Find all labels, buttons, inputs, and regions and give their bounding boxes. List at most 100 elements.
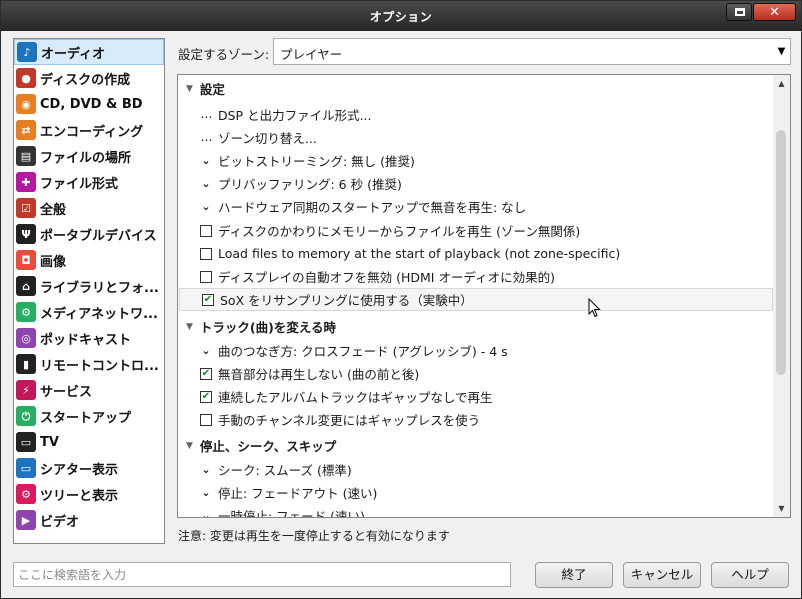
collapse-triangle-icon[interactable]: ▼ bbox=[186, 322, 193, 332]
checkbox-checked[interactable]: ✔ bbox=[202, 293, 214, 306]
sidebar-item[interactable]: ♪ オーディオ bbox=[14, 39, 164, 65]
scroll-down-icon[interactable]: ▼ bbox=[773, 500, 790, 517]
checkbox-option[interactable]: ✔ 無音部分は再生しない (曲の前と後) bbox=[178, 362, 775, 385]
dropdown-option[interactable]: ⌄ 一時停止: フェード (速い) bbox=[178, 504, 775, 517]
checkbox-unchecked[interactable] bbox=[200, 413, 212, 426]
checkbox-option[interactable]: 手動のチャンネル変更にはギャップレスを使う bbox=[178, 408, 775, 431]
sidebar-item-label: 全般 bbox=[40, 202, 67, 218]
setting-label: 曲のつなぎ方: クロスフェード (アグレッシブ) - 4 s bbox=[218, 344, 508, 359]
podcast-icon: ◎ bbox=[16, 328, 36, 348]
sidebar-item[interactable]: ▭ シアター表示 bbox=[14, 455, 164, 481]
search-input[interactable] bbox=[14, 563, 510, 586]
dialog-link-option[interactable]: … ゾーン切り替え... bbox=[178, 126, 775, 149]
setting-label: 無音部分は再生しない (曲の前と後) bbox=[218, 367, 420, 382]
setting-label: プリバッファリング: 6 秒 (推奨) bbox=[218, 177, 402, 192]
sidebar-item[interactable]: ▮ リモートコントロ... bbox=[14, 351, 164, 377]
help-button[interactable]: ヘルプ bbox=[711, 562, 789, 588]
chevron-down-icon[interactable]: ⌄ bbox=[200, 177, 212, 190]
sidebar-item[interactable]: ☑ 全般 bbox=[14, 195, 164, 221]
section-header[interactable]: ▼ 設定 bbox=[178, 77, 775, 100]
sidebar-item[interactable]: ⚙ ツリーと表示 bbox=[14, 481, 164, 507]
sidebar-item-label: CD, DVD & BD bbox=[40, 96, 143, 112]
zone-select[interactable]: プレイヤー ▼ bbox=[273, 38, 791, 65]
cancel-button[interactable]: キャンセル bbox=[623, 562, 701, 588]
chevron-down-icon[interactable]: ⌄ bbox=[200, 509, 212, 517]
checkbox-option[interactable]: ✔ SoX をリサンプリングに使用する（実験中） bbox=[179, 288, 773, 311]
sidebar-item-label: スタートアップ bbox=[40, 410, 132, 426]
dialog-link-option[interactable]: … DSP と出力ファイル形式... bbox=[178, 103, 775, 126]
maximize-icon bbox=[735, 8, 745, 16]
sidebar-item-label: メディアネットワ... bbox=[40, 306, 158, 322]
sidebar-item[interactable]: ◎ ポッドキャスト bbox=[14, 325, 164, 351]
checkbox-checked[interactable]: ✔ bbox=[200, 390, 212, 403]
dropdown-option[interactable]: ⌄ 曲のつなぎ方: クロスフェード (アグレッシブ) - 4 s bbox=[178, 339, 775, 362]
note-text: 注意: 変更は再生を一度停止すると有効になります bbox=[178, 529, 450, 543]
dropdown-option[interactable]: ⌄ シーク: スムーズ (標準) bbox=[178, 458, 775, 481]
close-icon: ✕ bbox=[769, 5, 780, 20]
scroll-thumb[interactable] bbox=[776, 130, 786, 375]
sidebar-item-label: リモートコントロ... bbox=[40, 358, 159, 374]
section-header[interactable]: ▼ トラック(曲)を変える時 bbox=[178, 315, 775, 338]
checkbox-unchecked[interactable] bbox=[200, 224, 212, 237]
sidebar-item[interactable]: ● ディスクの作成 bbox=[14, 65, 164, 91]
ok-button[interactable]: 終了 bbox=[535, 562, 613, 588]
music-note-icon: ♪ bbox=[17, 42, 37, 62]
sidebar-item[interactable]: Ψ ポータブルデバイス bbox=[14, 221, 164, 247]
ellipsis-icon[interactable]: … bbox=[200, 130, 213, 144]
ellipsis-icon[interactable]: … bbox=[200, 107, 213, 121]
sidebar-item[interactable]: ⚙ メディアネットワ... bbox=[14, 299, 164, 325]
folder-search-icon: ▤ bbox=[16, 146, 36, 166]
section-header[interactable]: ▼ 停止、シーク、スキップ bbox=[178, 434, 775, 457]
sidebar-item-label: 画像 bbox=[40, 254, 67, 270]
sidebar-item[interactable]: ▤ ファイルの場所 bbox=[14, 143, 164, 169]
maximize-button[interactable] bbox=[726, 3, 752, 21]
search-box[interactable] bbox=[13, 562, 511, 587]
settings-scrollbar[interactable]: ▲ ▼ bbox=[773, 75, 790, 517]
sidebar-item[interactable]: ◘ 画像 bbox=[14, 247, 164, 273]
dropdown-option[interactable]: ⌄ プリバッファリング: 6 秒 (推奨) bbox=[178, 172, 775, 195]
checkbox-option[interactable]: ディスクのかわりにメモリーからファイルを再生 (ゾーン無関係) bbox=[178, 219, 775, 242]
scroll-up-icon[interactable]: ▲ bbox=[773, 75, 790, 92]
close-button[interactable]: ✕ bbox=[753, 3, 796, 21]
dropdown-option[interactable]: ⌄ 停止: フェードアウト (速い) bbox=[178, 481, 775, 504]
chevron-down-icon[interactable]: ⌄ bbox=[200, 154, 212, 167]
category-sidebar[interactable]: ♪ オーディオ ● ディスクの作成 ◉ CD, DVD & BD ⇄ エンコーディング ▤ ファイ… bbox=[13, 38, 165, 544]
chevron-down-icon[interactable]: ⌄ bbox=[200, 486, 212, 499]
checkbox-option[interactable]: Load files to memory at the start of pla… bbox=[178, 242, 775, 265]
chevron-down-icon[interactable]: ⌄ bbox=[200, 344, 212, 357]
title-bar[interactable]: オプション ✕ bbox=[1, 1, 801, 31]
checkbox-unchecked[interactable] bbox=[200, 247, 212, 260]
chevron-down-icon[interactable]: ▼ bbox=[773, 39, 790, 64]
collapse-triangle-icon[interactable]: ▼ bbox=[186, 441, 193, 451]
settings-panel: ▼ 設定 … DSP と出力ファイル形式... … ゾーン切り替え... ⌄ ビットストリーミ… bbox=[177, 74, 791, 518]
sidebar-item[interactable]: ▶ ビデオ bbox=[14, 507, 164, 533]
collapse-triangle-icon[interactable]: ▼ bbox=[186, 84, 193, 94]
checkbox-unchecked[interactable] bbox=[200, 270, 212, 283]
checkbox-checked[interactable]: ✔ bbox=[200, 367, 212, 380]
dropdown-option[interactable]: ⌄ ハードウェア同期のスタートアップで無音を再生: なし bbox=[178, 195, 775, 218]
sidebar-item[interactable]: ⌂ ライブラリとフォ... bbox=[14, 273, 164, 299]
sidebar-item[interactable]: ⏻ スタートアップ bbox=[14, 403, 164, 429]
dropdown-option[interactable]: ⌄ ビットストリーミング: 無し (推奨) bbox=[178, 149, 775, 172]
chevron-down-icon[interactable]: ⌄ bbox=[200, 463, 212, 476]
chevron-down-icon[interactable]: ⌄ bbox=[200, 200, 212, 213]
sidebar-item[interactable]: ◉ CD, DVD & BD bbox=[14, 91, 164, 117]
setting-label: 停止: フェードアウト (速い) bbox=[218, 486, 378, 501]
usb-icon: Ψ bbox=[16, 224, 36, 244]
checkbox-option[interactable]: ディスプレイの自動オフを無効 (HDMI オーディオに効果的) bbox=[178, 265, 775, 288]
sidebar-item[interactable]: ⚡ サービス bbox=[14, 377, 164, 403]
setting-label: 手動のチャンネル変更にはギャップレスを使う bbox=[218, 413, 481, 428]
sidebar-item[interactable]: ✚ ファイル形式 bbox=[14, 169, 164, 195]
sidebar-item-label: エンコーディング bbox=[40, 124, 144, 140]
setting-label: DSP と出力ファイル形式... bbox=[218, 108, 372, 123]
setting-label: ディスプレイの自動オフを無効 (HDMI オーディオに効果的) bbox=[218, 270, 555, 285]
sidebar-item-label: ツリーと表示 bbox=[40, 488, 119, 504]
options-window: オプション ✕ ♪ オーディオ ● ディスクの作成 ◉ CD, DVD & BD ⇄ エンコー… bbox=[0, 0, 802, 599]
sidebar-item-label: ビデオ bbox=[40, 514, 80, 530]
film-icon: ▶ bbox=[16, 510, 36, 530]
setting-label: トラック(曲)を変える時 bbox=[199, 320, 336, 335]
checkbox-option[interactable]: ✔ 連続したアルバムトラックはギャップなしで再生 bbox=[178, 385, 775, 408]
sidebar-item[interactable]: ▭ TV bbox=[14, 429, 164, 455]
sidebar-item[interactable]: ⇄ エンコーディング bbox=[14, 117, 164, 143]
zone-select-value: プレイヤー bbox=[280, 47, 343, 62]
